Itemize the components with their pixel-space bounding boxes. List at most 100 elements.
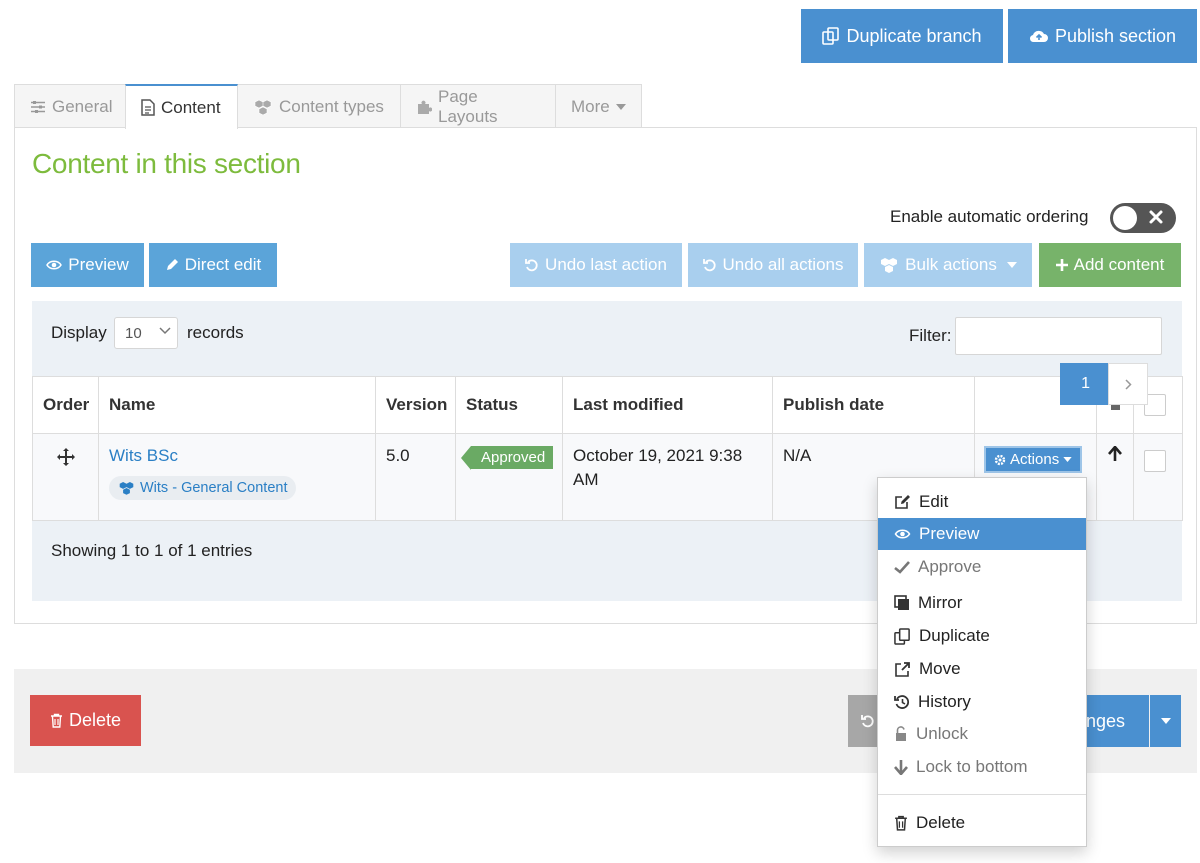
last-modified-cell: October 19, 2021 9:38 AM bbox=[562, 433, 773, 521]
tab-more[interactable]: More bbox=[555, 84, 642, 128]
auto-ordering-toggle[interactable] bbox=[1110, 203, 1176, 233]
tab-content-types[interactable]: Content types bbox=[237, 84, 401, 128]
duplicate-branch-button[interactable]: Duplicate branch bbox=[801, 9, 1003, 63]
caret-down-icon bbox=[1063, 457, 1072, 462]
check-icon bbox=[894, 560, 910, 574]
preview-button[interactable]: Preview bbox=[31, 243, 144, 287]
tab-label: Content bbox=[161, 97, 221, 117]
records-per-page-value: 10 bbox=[125, 324, 142, 342]
menu-item-lock-to-bottom[interactable]: Lock to bottom bbox=[878, 751, 1086, 783]
filter-input[interactable] bbox=[955, 317, 1162, 355]
external-link-icon bbox=[894, 661, 911, 678]
undo-last-action-button[interactable]: Undo last action bbox=[510, 243, 682, 287]
menu-item-label: Move bbox=[919, 659, 961, 678]
save-options-dropdown[interactable] bbox=[1150, 695, 1181, 747]
filter-label: Filter: bbox=[909, 326, 952, 345]
records-per-page-select[interactable]: 10 bbox=[114, 317, 178, 349]
row-checkbox[interactable] bbox=[1144, 450, 1166, 472]
cubes-icon bbox=[879, 257, 899, 273]
actions-menu: Edit Preview Approve Mirror Duplicate Mo… bbox=[877, 477, 1087, 847]
caret-down-icon bbox=[615, 103, 626, 110]
document-icon bbox=[141, 99, 155, 116]
section-tabs: General Content Content types Page Layou… bbox=[14, 84, 642, 129]
records-label: records bbox=[187, 323, 244, 342]
pencil-icon bbox=[165, 258, 179, 272]
trash-icon bbox=[50, 713, 63, 728]
puzzle-icon bbox=[416, 99, 432, 115]
table-header-row: Order Name Version Status Last modified … bbox=[32, 376, 1183, 434]
menu-item-approve[interactable]: Approve bbox=[878, 551, 1086, 583]
content-type-chip[interactable]: Wits - General Content bbox=[109, 476, 297, 500]
menu-item-label: Preview bbox=[919, 524, 980, 543]
publish-section-button[interactable]: Publish section bbox=[1008, 9, 1197, 63]
auto-ordering-label: Enable automatic ordering bbox=[890, 207, 1089, 226]
content-name-link[interactable]: Wits BSc bbox=[109, 446, 365, 466]
tab-content[interactable]: Content bbox=[125, 84, 238, 129]
menu-item-edit[interactable]: Edit bbox=[878, 486, 1086, 518]
gear-icon bbox=[994, 454, 1006, 466]
undo-all-actions-button[interactable]: Undo all actions bbox=[688, 243, 858, 287]
cubes-icon bbox=[253, 99, 273, 115]
priority-cell bbox=[1096, 433, 1134, 521]
menu-item-duplicate[interactable]: Duplicate bbox=[878, 620, 1086, 652]
menu-item-label: Approve bbox=[918, 557, 982, 576]
pagination-next[interactable] bbox=[1108, 363, 1148, 405]
direct-edit-label: Direct edit bbox=[184, 255, 262, 274]
menu-item-delete[interactable]: Delete bbox=[878, 807, 1086, 839]
save-changes-button[interactable]: nges bbox=[1080, 695, 1149, 747]
tab-label: More bbox=[571, 96, 610, 116]
showing-entries-text: Showing 1 to 1 of 1 entries bbox=[51, 541, 253, 560]
menu-item-label: History bbox=[918, 692, 971, 711]
publish-section-label: Publish section bbox=[1054, 25, 1177, 46]
actions-dropdown-button[interactable]: Actions bbox=[984, 446, 1083, 473]
unlock-icon bbox=[894, 726, 908, 742]
page-title: Content in this section bbox=[32, 148, 301, 179]
close-icon bbox=[1148, 209, 1164, 225]
edit-icon bbox=[894, 494, 911, 510]
bulk-actions-button[interactable]: Bulk actions bbox=[864, 243, 1032, 287]
name-cell: Wits BSc Wits - General Content bbox=[98, 433, 376, 521]
tab-general[interactable]: General bbox=[14, 84, 126, 128]
sliders-icon bbox=[30, 100, 46, 114]
col-status[interactable]: Status bbox=[455, 376, 563, 434]
menu-item-mirror[interactable]: Mirror bbox=[878, 587, 1086, 619]
bulk-actions-label: Bulk actions bbox=[905, 255, 997, 274]
menu-item-history[interactable]: History bbox=[878, 686, 1086, 718]
direct-edit-button[interactable]: Direct edit bbox=[149, 243, 277, 287]
col-publish-date[interactable]: Publish date bbox=[772, 376, 975, 434]
tab-page-layouts[interactable]: Page Layouts bbox=[400, 84, 556, 128]
menu-item-preview[interactable]: Preview bbox=[878, 518, 1086, 550]
menu-divider bbox=[878, 794, 1086, 795]
tab-label: Page Layouts bbox=[438, 86, 498, 126]
cloud-upload-icon bbox=[1029, 28, 1049, 44]
col-last-modified[interactable]: Last modified bbox=[562, 376, 773, 434]
add-content-button[interactable]: Add content bbox=[1039, 243, 1181, 287]
col-name[interactable]: Name bbox=[98, 376, 376, 434]
preview-label: Preview bbox=[68, 255, 129, 274]
cubes-icon bbox=[118, 481, 135, 495]
select-cell bbox=[1133, 433, 1183, 521]
actions-label: Actions bbox=[1010, 451, 1060, 468]
arrow-up-icon[interactable] bbox=[1108, 446, 1122, 462]
caret-down-icon bbox=[1006, 262, 1017, 268]
menu-item-move[interactable]: Move bbox=[878, 653, 1086, 685]
copy-icon bbox=[894, 627, 911, 645]
display-label: Display bbox=[51, 323, 107, 342]
menu-item-label: Edit bbox=[919, 492, 949, 511]
menu-item-label: Duplicate bbox=[919, 626, 990, 645]
pagination-page-1[interactable]: 1 bbox=[1060, 363, 1108, 405]
arrow-down-icon bbox=[894, 759, 908, 775]
tab-label: General bbox=[52, 96, 113, 116]
col-version[interactable]: Version bbox=[375, 376, 456, 434]
undo-icon bbox=[861, 714, 875, 728]
duplicate-branch-label: Duplicate branch bbox=[846, 25, 982, 46]
chevron-right-icon bbox=[1124, 378, 1132, 390]
menu-item-unlock[interactable]: Unlock bbox=[878, 718, 1086, 750]
save-changes-label: nges bbox=[1086, 710, 1126, 731]
col-order[interactable]: Order bbox=[32, 376, 99, 434]
menu-item-label: Delete bbox=[916, 813, 966, 832]
add-content-label: Add content bbox=[1073, 255, 1165, 274]
move-icon[interactable] bbox=[56, 448, 75, 466]
version-cell: 5.0 bbox=[375, 433, 456, 521]
delete-button[interactable]: Delete bbox=[30, 695, 141, 746]
